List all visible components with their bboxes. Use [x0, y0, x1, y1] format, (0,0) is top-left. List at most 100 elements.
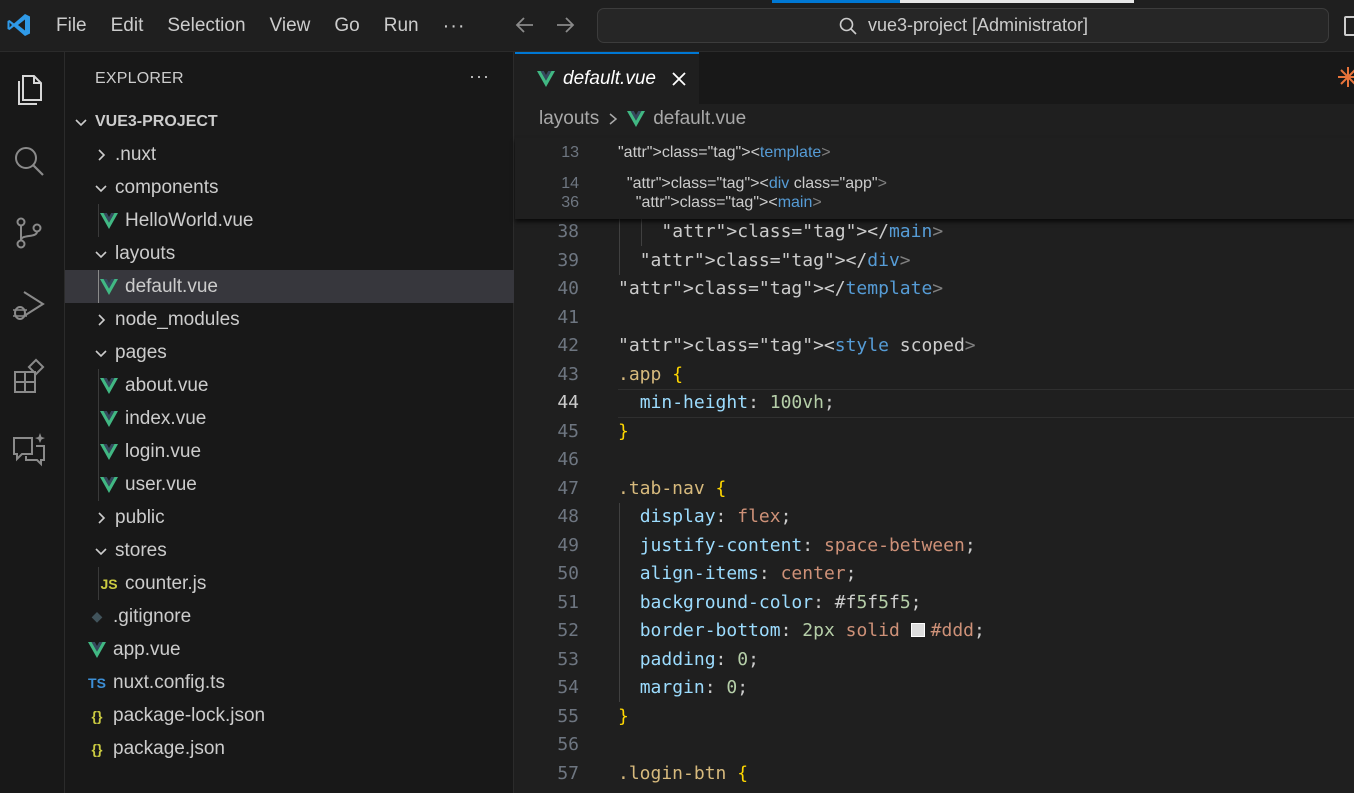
- progress-indicator: [772, 0, 900, 3]
- tree-file-default-vue[interactable]: default.vue: [65, 270, 514, 303]
- tree-file-counter-js[interactable]: JS counter.js: [65, 567, 514, 600]
- indent-guide: [98, 567, 99, 600]
- copilot-sparkle-icon[interactable]: [1337, 66, 1354, 88]
- breadcrumb-folder[interactable]: layouts: [539, 108, 599, 130]
- menu-item-file[interactable]: File: [44, 10, 99, 42]
- chevron-down-icon: [95, 184, 107, 192]
- explorer-sidebar: EXPLORER ··· VUE3-PROJECT .nuxt component…: [65, 52, 514, 793]
- menu-item-edit[interactable]: Edit: [99, 10, 156, 42]
- chevron-down-icon: [95, 250, 107, 258]
- json-file-icon: {}: [91, 707, 103, 724]
- tree-file-user-vue[interactable]: user.vue: [65, 468, 514, 501]
- menu-item-more[interactable]: ···: [431, 10, 478, 42]
- code-line[interactable]: 13 "attr">class="tag"><template>: [515, 139, 1354, 168]
- tree-file-about-vue[interactable]: about.vue: [65, 369, 514, 402]
- code-line[interactable]: 49 justify-content: space-between;: [515, 532, 1354, 561]
- breadcrumb-file[interactable]: default.vue: [653, 108, 746, 130]
- code-line[interactable]: 53 padding: 0;: [515, 646, 1354, 675]
- line-number: 57: [557, 762, 579, 784]
- chat-icon[interactable]: [10, 430, 48, 468]
- code-line[interactable]: 50 align-items: center;: [515, 560, 1354, 589]
- menu-item-view[interactable]: View: [258, 10, 323, 42]
- code-line[interactable]: 41: [515, 304, 1354, 333]
- code-line[interactable]: 36 "attr">class="tag"><main>: [515, 194, 1354, 217]
- menu-item-go[interactable]: Go: [322, 10, 371, 42]
- explorer-icon[interactable]: [10, 70, 48, 108]
- tree-folder-layouts[interactable]: layouts: [65, 237, 514, 270]
- tree-item-label: stores: [115, 539, 167, 561]
- code-line[interactable]: 48 display: flex;: [515, 503, 1354, 532]
- code-line[interactable]: 46: [515, 446, 1354, 475]
- code-line[interactable]: 40 "attr">class="tag"></template>: [515, 275, 1354, 304]
- tree-folder-public[interactable]: public: [65, 501, 514, 534]
- tree-item-label: HelloWorld.vue: [125, 209, 254, 231]
- code-line[interactable]: 44 min-height: 100vh;: [515, 389, 1354, 418]
- code-line[interactable]: 43 .app {: [515, 361, 1354, 390]
- code-line[interactable]: 56: [515, 731, 1354, 760]
- tree-folder-pages[interactable]: pages: [65, 336, 514, 369]
- tab-default-vue[interactable]: default.vue: [515, 52, 699, 104]
- vue-file-icon: [99, 410, 119, 427]
- code-text: align-items: center;: [639, 563, 857, 584]
- code-text: }: [618, 420, 629, 442]
- code-line[interactable]: 42 "attr">class="tag"><style scoped>: [515, 332, 1354, 361]
- editor-area: default.vue layouts default.vue 13 "attr"…: [515, 52, 1354, 793]
- menu-item-selection[interactable]: Selection: [155, 10, 257, 42]
- code-line[interactable]: 39 "attr">class="tag"></div>: [515, 247, 1354, 276]
- vue-file-icon: [99, 377, 119, 394]
- indent-guide: [619, 218, 620, 275]
- tree-file-package-json[interactable]: {} package.json: [65, 732, 514, 765]
- tree-file-login-vue[interactable]: login.vue: [65, 435, 514, 468]
- tree-item-label: user.vue: [125, 473, 197, 495]
- more-actions-button[interactable]: ···: [469, 66, 490, 87]
- tree-folder-components[interactable]: components: [65, 171, 514, 204]
- line-number: 52: [557, 620, 579, 641]
- line-number: 45: [557, 420, 579, 442]
- line-number: 55: [557, 705, 579, 727]
- source-control-icon[interactable]: [10, 214, 48, 252]
- line-number: 49: [557, 534, 579, 556]
- tree-file-gitignore[interactable]: ◆ .gitignore: [65, 600, 514, 633]
- tree-folder-stores[interactable]: stores: [65, 534, 514, 567]
- tree-file-index-vue[interactable]: index.vue: [65, 402, 514, 435]
- tree-item-label: counter.js: [125, 572, 207, 594]
- tree-file-nuxt-config-ts[interactable]: TS nuxt.config.ts: [65, 666, 514, 699]
- breadcrumb: layouts default.vue: [539, 108, 746, 130]
- command-center-search[interactable]: vue3-project [Administrator]: [597, 8, 1329, 43]
- code-text: .tab-nav {: [618, 477, 727, 499]
- tree-file-helloworld-vue[interactable]: HelloWorld.vue: [65, 204, 514, 237]
- tree-folder-nuxt[interactable]: .nuxt: [65, 138, 514, 171]
- code-line[interactable]: 45}: [515, 418, 1354, 447]
- code-line[interactable]: 14 "attr">class="tag"><div class="app">: [515, 168, 1354, 194]
- extensions-icon[interactable]: [10, 358, 48, 396]
- code-text: justify-content: space-between;: [639, 534, 976, 556]
- tree-root-folder[interactable]: VUE3-PROJECT: [65, 105, 514, 138]
- layout-toggle-icon[interactable]: [1344, 16, 1354, 36]
- file-tree: VUE3-PROJECT .nuxt components HelloWorld.v…: [65, 105, 514, 765]
- code-editor[interactable]: 38 "attr">class="tag"></main> 39 "attr">c…: [515, 138, 1354, 788]
- tree-file-app-vue[interactable]: app.vue: [65, 633, 514, 666]
- tree-folder-node-modules[interactable]: node_modules: [65, 303, 514, 336]
- tree-file-package-lock-json[interactable]: {} package-lock.json: [65, 699, 514, 732]
- run-debug-icon[interactable]: [10, 286, 48, 324]
- menu-item-run[interactable]: Run: [372, 10, 431, 42]
- code-line[interactable]: 51 background-color: #f5f5f5;: [515, 589, 1354, 618]
- chevron-down-icon: [75, 118, 87, 126]
- code-line[interactable]: 52 border-bottom: 2px solid #ddd;: [515, 617, 1354, 646]
- tab-bar: default.vue: [515, 52, 1354, 104]
- code-line[interactable]: 55}: [515, 703, 1354, 732]
- search-icon[interactable]: [10, 142, 48, 180]
- indent-guide: [98, 468, 99, 501]
- close-icon[interactable]: [670, 70, 688, 88]
- back-arrow-icon[interactable]: [512, 12, 538, 38]
- tree-item-label: public: [115, 506, 165, 528]
- forward-arrow-icon[interactable]: [552, 12, 578, 38]
- code-line[interactable]: 57 .login-btn {: [515, 760, 1354, 789]
- line-number: 41: [557, 306, 579, 328]
- code-line[interactable]: 47 .tab-nav {: [515, 475, 1354, 504]
- line-number: 40: [557, 278, 579, 299]
- indent-guide: [98, 402, 99, 435]
- code-line[interactable]: 54 margin: 0;: [515, 674, 1354, 703]
- code-text: display: flex;: [639, 506, 792, 527]
- search-icon: [839, 17, 857, 35]
